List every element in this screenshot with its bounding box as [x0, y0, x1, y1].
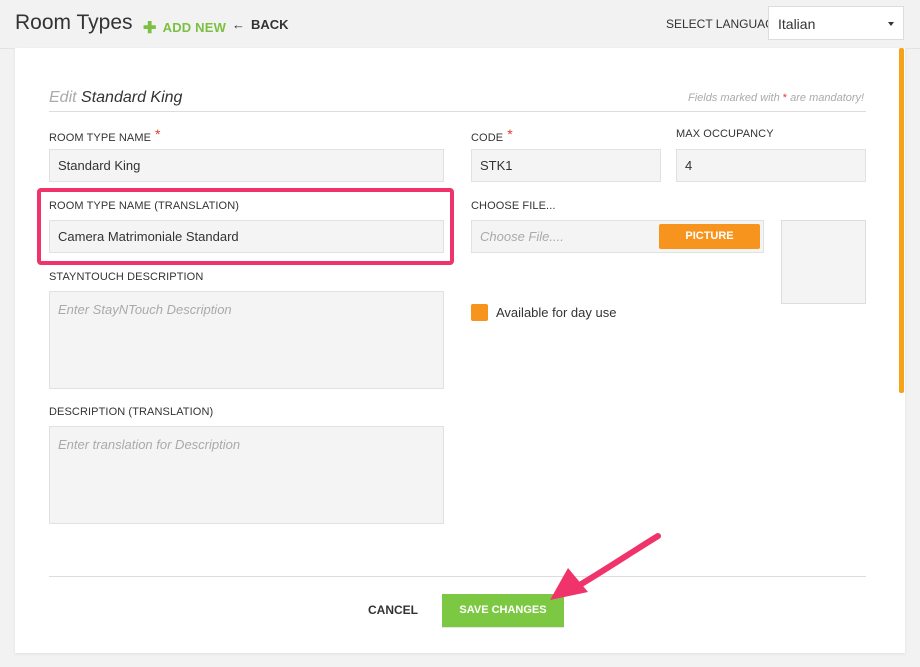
scrollbar-thumb[interactable] [899, 48, 904, 393]
back-button[interactable]: ← BACK [232, 17, 289, 32]
room-type-name-label-text: ROOM TYPE NAME [49, 132, 152, 144]
header-divider [49, 111, 866, 112]
stayntouch-description-textarea[interactable]: Enter StayNTouch Description [49, 291, 444, 389]
edit-prefix: Edit [49, 89, 77, 106]
back-label: BACK [251, 17, 289, 32]
highlight-box [37, 188, 454, 265]
language-select-value: Italian [778, 16, 816, 32]
page-title: Room Types [15, 11, 133, 34]
description-translation-label: DESCRIPTION (TRANSLATION) [49, 406, 214, 418]
edit-heading: Edit Standard King [49, 89, 182, 107]
mandatory-note-pre: Fields marked with [688, 92, 780, 104]
image-preview [781, 220, 866, 304]
room-type-name-label: ROOM TYPE NAME * [49, 126, 161, 144]
select-language-label: SELECT LANGUAGE [666, 17, 783, 31]
description-translation-placeholder: Enter translation for Description [58, 437, 241, 452]
mandatory-note: Fields marked with * are mandatory! [688, 92, 864, 104]
required-star: * [507, 126, 513, 142]
code-label: CODE * [471, 126, 513, 144]
picture-button[interactable]: PICTURE [659, 224, 760, 249]
choose-file-label: CHOOSE FILE... [471, 200, 556, 212]
top-bar: Room Types ✚ ADD NEW ← BACK SELECT LANGUAG… [0, 0, 920, 49]
arrow-left-icon: ← [232, 17, 245, 32]
day-use-label[interactable]: Available for day use [496, 305, 616, 320]
max-occupancy-value: 4 [685, 158, 693, 173]
code-label-text: CODE [471, 132, 504, 144]
description-translation-textarea[interactable]: Enter translation for Description [49, 426, 444, 524]
language-select[interactable]: Italian [768, 6, 904, 40]
stayntouch-description-placeholder: Enter StayNTouch Description [58, 302, 232, 317]
stayntouch-description-label: STAYNTOUCH DESCRIPTION [49, 271, 204, 283]
required-star: * [155, 126, 161, 142]
room-type-name-value: Standard King [58, 158, 141, 173]
code-value: STK1 [480, 158, 513, 173]
add-new-button[interactable]: ✚ ADD NEW [143, 17, 226, 37]
edit-room-name: Standard King [81, 89, 183, 106]
mandatory-star: * [782, 92, 788, 104]
max-occupancy-input[interactable]: 4 [676, 149, 866, 182]
mandatory-note-post: are mandatory! [790, 92, 865, 104]
add-new-label: ADD NEW [162, 20, 227, 35]
plus-icon: ✚ [143, 20, 157, 37]
day-use-checkbox[interactable] [471, 304, 488, 321]
caret-down-icon [888, 22, 894, 26]
choose-file-placeholder: Choose File.... [480, 229, 564, 244]
max-occupancy-label: MAX OCCUPANCY [676, 128, 774, 140]
room-type-name-input[interactable]: Standard King [49, 149, 444, 182]
annotation-arrow-icon [550, 533, 661, 600]
cancel-button[interactable]: CANCEL [368, 603, 418, 617]
footer-divider [49, 576, 866, 577]
code-input[interactable]: STK1 [471, 149, 661, 182]
